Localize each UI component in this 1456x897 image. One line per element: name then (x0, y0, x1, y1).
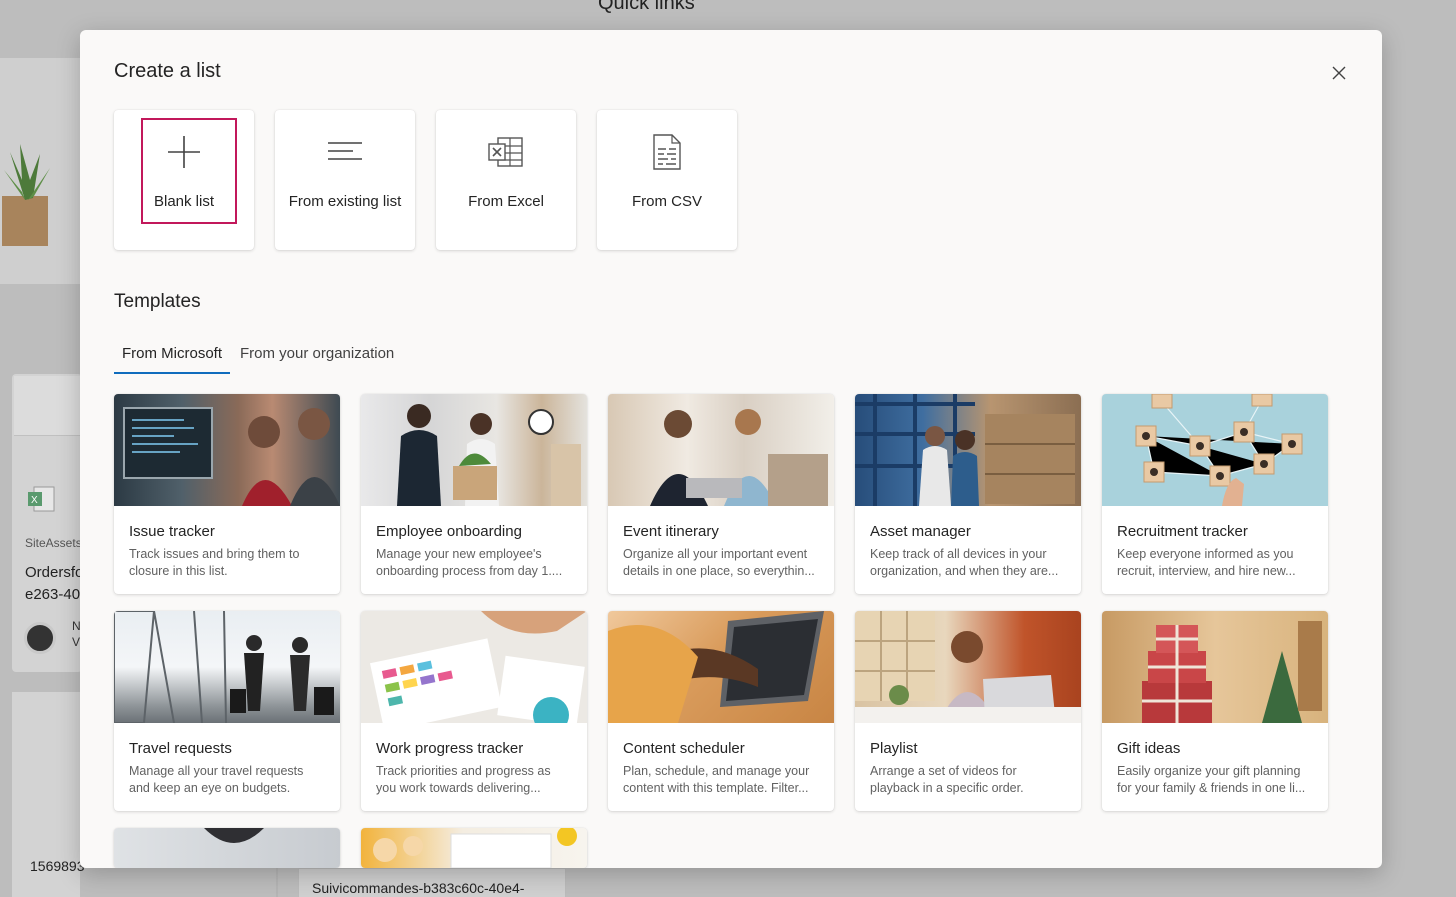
travel-requests-image (114, 611, 340, 723)
template-description: Organize all your important event detail… (623, 547, 815, 578)
template-description: Easily organize your gift planning for y… (1117, 764, 1306, 795)
from-existing-list-button[interactable]: From existing list (275, 110, 415, 250)
blank-list-button[interactable]: Blank list (114, 110, 254, 250)
create-options: Blank list From existing list From Excel (114, 110, 737, 250)
template-card-work-progress-tracker[interactable]: Work progress tracker Track priorities a… (361, 611, 587, 811)
template-description: Keep everyone informed as you recruit, i… (1117, 547, 1296, 578)
template-description: Track priorities and progress as you wor… (376, 764, 551, 795)
templates-grid: Issue tracker Track issues and bring the… (114, 394, 1328, 868)
template-title: Work progress tracker (376, 740, 524, 757)
template-card-travel-requests[interactable]: Travel requests Manage all your travel r… (114, 611, 340, 811)
file-name-line2: e263-40 (25, 586, 81, 603)
event-itinerary-image (608, 394, 834, 506)
file-name: Ordersfo e263-40 (25, 562, 85, 606)
template-card-content-scheduler[interactable]: Content scheduler Plan, schedule, and ma… (608, 611, 834, 811)
template-description: Track issues and bring them to closure i… (129, 547, 300, 578)
file-thumbnail (14, 376, 82, 436)
tab-from-your-organization[interactable]: From your organization (232, 340, 402, 374)
from-csv-button[interactable]: From CSV (597, 110, 737, 250)
template-title: Content scheduler (623, 740, 745, 757)
tab-from-microsoft[interactable]: From Microsoft (114, 340, 231, 374)
background-file-name: Suivicommandes-b383c60c-40e4- (312, 880, 525, 896)
template-card-asset-manager[interactable]: Asset manager Keep track of all devices … (855, 394, 1081, 594)
avatar (24, 622, 56, 654)
template-title: Travel requests (129, 740, 232, 757)
divider (276, 868, 278, 897)
employee-onboarding-image (361, 394, 587, 506)
template-title: Employee onboarding (376, 523, 522, 540)
file-name-line1: Ordersfo (25, 564, 84, 581)
issue-tracker-image (114, 394, 340, 506)
content-scheduler-image (608, 611, 834, 723)
work-progress-tracker-image (361, 611, 587, 723)
template-card-employee-onboarding[interactable]: Employee onboarding Manage your new empl… (361, 394, 587, 594)
close-icon (1332, 66, 1346, 80)
playlist-image (855, 611, 1081, 723)
template-tabs: From Microsoft From your organization (114, 340, 404, 374)
excel-icon (488, 137, 523, 167)
template-card-partial-2[interactable] (361, 828, 587, 868)
template-description: Arrange a set of videos for playback in … (870, 764, 1024, 795)
site-label: SiteAssets (25, 536, 82, 550)
template-title: Playlist (870, 740, 918, 757)
from-existing-list-label: From existing list (288, 193, 402, 210)
page-title: Quick links (598, 0, 695, 14)
background-file-card: X SiteAssets Ordersfo e263-40 N V (12, 374, 85, 672)
template-title: Recruitment tracker (1117, 523, 1248, 540)
template-title: Asset manager (870, 523, 971, 540)
asset-manager-image (855, 394, 1081, 506)
background-number: 1569893 (30, 858, 85, 874)
plus-icon (168, 136, 200, 168)
blank-list-label: Blank list (153, 193, 215, 210)
svg-text:X: X (31, 495, 38, 506)
close-button[interactable] (1326, 60, 1352, 86)
template-card-partial-1[interactable] (114, 828, 340, 868)
gift-ideas-image (1102, 611, 1328, 723)
template-title: Issue tracker (129, 523, 215, 540)
template-title: Event itinerary (623, 523, 719, 540)
template-description: Manage your new employee's onboarding pr… (376, 547, 563, 578)
from-excel-button[interactable]: From Excel (436, 110, 576, 250)
create-list-dialog: Create a list Blank list From existing l… (80, 30, 1382, 868)
csv-file-icon (653, 134, 681, 170)
template-description: Keep track of all devices in your organi… (870, 547, 1059, 578)
lines-icon (328, 142, 362, 160)
templates-heading: Templates (114, 291, 201, 312)
dialog-title: Create a list (114, 60, 221, 82)
template-description: Manage all your travel requests and keep… (129, 764, 304, 795)
template-image-partial-1 (114, 828, 340, 868)
from-csv-label: From CSV (631, 193, 702, 210)
template-card-recruitment-tracker[interactable]: Recruitment tracker Keep everyone inform… (1102, 394, 1328, 594)
from-excel-label: From Excel (468, 193, 544, 210)
template-image-partial-2 (361, 828, 587, 868)
plant-image (2, 144, 50, 246)
template-card-issue-tracker[interactable]: Issue tracker Track issues and bring the… (114, 394, 340, 594)
template-title: Gift ideas (1117, 740, 1181, 757)
template-card-playlist[interactable]: Playlist Arrange a set of videos for pla… (855, 611, 1081, 811)
template-description: Plan, schedule, and manage your content … (623, 764, 810, 795)
excel-file-icon: X (28, 486, 55, 512)
recruitment-tracker-image (1102, 394, 1328, 506)
template-card-event-itinerary[interactable]: Event itinerary Organize all your import… (608, 394, 834, 594)
template-card-gift-ideas[interactable]: Gift ideas Easily organize your gift pla… (1102, 611, 1328, 811)
